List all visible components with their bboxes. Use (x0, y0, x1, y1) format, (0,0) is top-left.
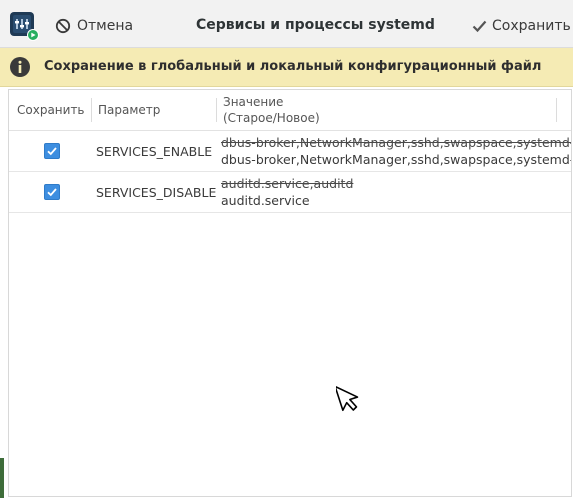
window-title: Сервисы и процессы systemd (196, 17, 435, 33)
column-separator (91, 98, 92, 122)
parameter-name: SERVICES_ENABLE (96, 143, 213, 159)
table-row[interactable]: SERVICES_DISABLE auditd.service,auditd a… (9, 172, 571, 213)
new-value: dbus-broker,NetworkManager,sshd,swapspac… (221, 152, 572, 167)
column-header-value-line2: (Старое/Новое) (223, 111, 320, 125)
parameters-table: Сохранить Параметр Значение (Старое/Ново… (8, 89, 572, 497)
parameter-value: auditd.service,auditd auditd.service (221, 175, 353, 209)
column-separator (556, 98, 557, 122)
column-separator (216, 98, 217, 122)
save-button[interactable]: Сохранить (472, 16, 571, 36)
cancel-button-label: Отмена (77, 18, 134, 34)
checkmark-icon (47, 147, 57, 156)
old-value: auditd.service,auditd (221, 176, 354, 191)
cancel-button[interactable]: Отмена (55, 16, 133, 36)
column-header-parameter[interactable]: Параметр (98, 90, 160, 130)
info-bar: Сохранение в глобальный и локальный конф… (0, 48, 573, 87)
mouse-cursor-icon (334, 381, 360, 413)
checkmark-icon (472, 20, 487, 33)
old-value: dbus-broker,NetworkManager,sshd,swapspac… (221, 135, 572, 150)
info-message: Сохранение в глобальный и локальный конф… (44, 59, 542, 74)
checkmark-icon (47, 188, 57, 197)
column-header-save[interactable]: Сохранить (17, 90, 85, 130)
save-checkbox[interactable] (44, 184, 60, 200)
cancel-icon (55, 18, 71, 34)
new-value: auditd.service (221, 193, 310, 208)
table-row[interactable]: SERVICES_ENABLE dbus-broker,NetworkManag… (9, 131, 571, 172)
dialog-window: Отмена Сервисы и процессы systemd Сохран… (0, 0, 573, 498)
save-checkbox[interactable] (44, 143, 60, 159)
table-header: Сохранить Параметр Значение (Старое/Ново… (9, 90, 571, 131)
save-button-label: Сохранить (492, 18, 571, 34)
parameter-name: SERVICES_DISABLE (96, 184, 217, 200)
column-header-value-line1: Значение (223, 95, 284, 109)
parameter-value: dbus-broker,NetworkManager,sshd,swapspac… (221, 134, 572, 168)
column-header-value[interactable]: Значение (Старое/Новое) (223, 90, 320, 130)
header-bar: Отмена Сервисы и процессы systemd Сохран… (0, 0, 573, 48)
app-icon (8, 10, 40, 42)
desktop-edge (0, 458, 4, 498)
info-icon (9, 56, 31, 78)
